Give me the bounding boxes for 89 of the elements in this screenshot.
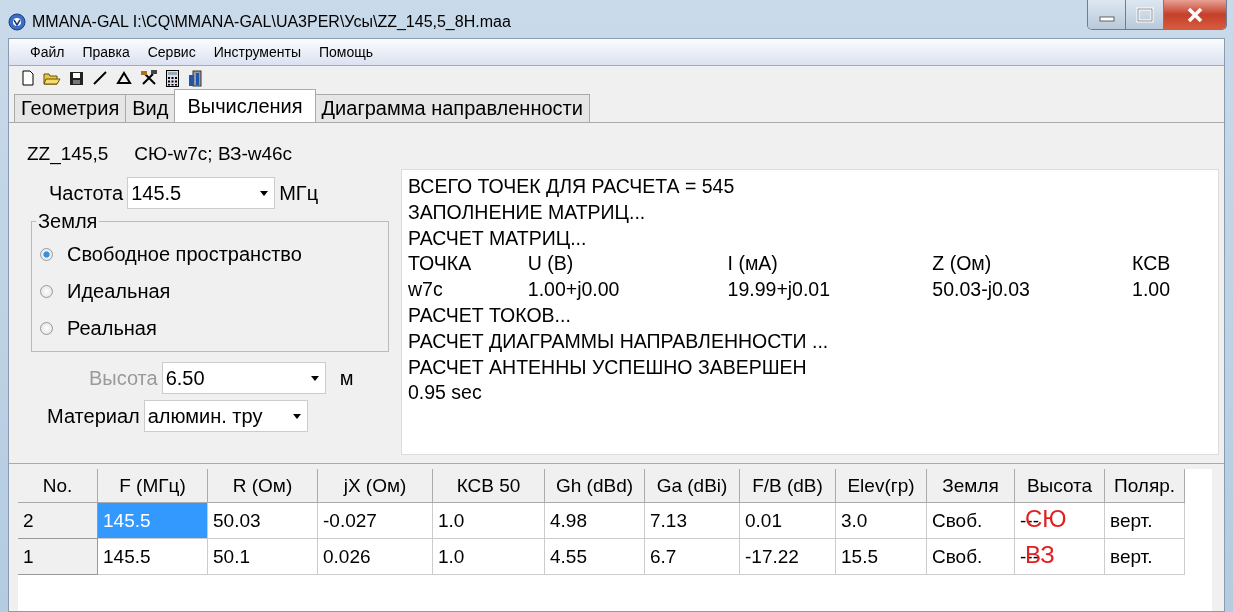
- table-cell: 50.03: [208, 503, 318, 539]
- exit-door-icon[interactable]: [187, 69, 203, 87]
- column-header[interactable]: jX (Ом): [318, 469, 433, 503]
- log-line: РАСЧЕТ ТОКОВ...: [408, 303, 572, 328]
- log-cell-text: ТОЧКА: [408, 251, 473, 277]
- column-header[interactable]: Земля: [927, 469, 1015, 503]
- log-line: РАСЧЕТ АНТЕННЫ УСПЕШНО ЗАВЕРШЕН: [408, 354, 808, 380]
- log-line: 0.95 sec: [408, 380, 483, 406]
- table-cell: 4.98: [545, 503, 645, 539]
- log-line: РАСЧЕТ МАТРИЦ...: [408, 225, 588, 251]
- log-cell-text: w7c: [408, 277, 444, 303]
- close-button[interactable]: [1164, 0, 1226, 29]
- table-cell: Своб.: [927, 503, 1015, 539]
- tab[interactable]: Диаграмма направленности: [314, 94, 590, 122]
- radio-option[interactable]: Идеальная: [40, 273, 388, 310]
- table-cell: 145.5: [98, 539, 208, 575]
- radio-option[interactable]: Реальная: [40, 310, 388, 347]
- table-cell: Своб.: [927, 539, 1015, 575]
- line-icon[interactable]: [92, 70, 108, 86]
- column-header[interactable]: Gh (dBd): [545, 469, 645, 503]
- table-cell: 145.5: [98, 503, 208, 539]
- dropdown-arrow-icon: [310, 375, 319, 381]
- table-cell: 2: [18, 503, 98, 539]
- tab[interactable]: Геометрия: [14, 94, 127, 122]
- table-cell: 1: [18, 539, 98, 575]
- menu-item[interactable]: Правка: [73, 44, 139, 60]
- column-header[interactable]: F (МГц): [98, 469, 208, 503]
- tab[interactable]: Вычисления: [174, 89, 316, 122]
- table-cell: 15.5: [836, 539, 927, 575]
- menu-item[interactable]: Сервис: [138, 44, 205, 60]
- frequency-label: Частота: [49, 181, 124, 205]
- column-header[interactable]: Высота: [1015, 469, 1105, 503]
- column-header[interactable]: Поляр.: [1105, 469, 1185, 503]
- minimize-icon: [1098, 15, 1115, 22]
- log-cell-text: 50.03-j0.03: [932, 277, 1031, 303]
- table-cell: верт.: [1105, 539, 1185, 575]
- log-cell-text: 1.00+j0.00: [527, 277, 621, 303]
- log-cell-text: I (мА): [727, 251, 779, 277]
- table-cell: 50.1: [208, 539, 318, 575]
- table-cell: 1.0: [433, 539, 545, 575]
- save-icon[interactable]: [69, 70, 84, 86]
- log-cell-text: 19.99+j0.01: [727, 277, 832, 303]
- height-unit: м: [339, 366, 354, 390]
- column-header[interactable]: No.: [18, 469, 98, 503]
- triangle-icon[interactable]: [116, 71, 132, 85]
- menu-item[interactable]: Помощь: [309, 44, 383, 60]
- log-cell-text: Z (Ом): [932, 251, 993, 277]
- table-cell: 1.0: [433, 503, 545, 539]
- log-line: РАСЧЕТ ДИАГРАММЫ НАПРАВЛЕННОСТИ ...: [408, 328, 830, 354]
- minimize-button[interactable]: [1088, 0, 1126, 29]
- frequency-dropdown[interactable]: 145.5: [127, 177, 276, 209]
- material-dropdown[interactable]: алюмин. тру: [143, 400, 308, 432]
- app-logo-icon: [8, 13, 26, 31]
- height-label: Высота: [89, 366, 158, 390]
- column-header[interactable]: Ga (dBi): [645, 469, 740, 503]
- radio-option[interactable]: Свободное пространство: [40, 236, 388, 273]
- column-header[interactable]: F/B (dB): [740, 469, 836, 503]
- table-cell: 4.55: [545, 539, 645, 575]
- table-cell: -17.22: [740, 539, 836, 575]
- table-cell: верт.: [1105, 503, 1185, 539]
- new-file-icon[interactable]: [21, 70, 35, 86]
- frequency-unit: МГц: [279, 181, 319, 205]
- window-title: MMANA-GAL I:\CQ\MMANA-GAL\UA3PER\Усы\ZZ_145,5_8H.maa: [32, 13, 511, 31]
- tab[interactable]: Вид: [125, 94, 176, 122]
- open-folder-icon[interactable]: [43, 71, 61, 85]
- menu-item[interactable]: Файл: [21, 44, 74, 60]
- dropdown-arrow-icon: [260, 190, 269, 196]
- column-header[interactable]: R (Ом): [208, 469, 318, 503]
- table-cell: 6.7: [645, 539, 740, 575]
- table-cell: 3.0: [836, 503, 927, 539]
- table-cell: -0.027: [318, 503, 433, 539]
- antenna-name: ZZ_145,5: [27, 143, 109, 165]
- column-header[interactable]: КСВ 50: [433, 469, 545, 503]
- table-cell: 7.13: [645, 503, 740, 539]
- table-cell: 0.01: [740, 503, 836, 539]
- log-cell-text: КСВ: [1132, 251, 1172, 277]
- log-line: ВСЕГО ТОЧЕК ДЛЯ РАСЧЕТА = 545: [408, 174, 736, 199]
- log-line: ЗАПОЛНЕНИЕ МАТРИЦ...: [408, 199, 647, 225]
- column-header[interactable]: Elev(гр): [836, 469, 927, 503]
- material-label: Материал: [47, 404, 140, 428]
- tools-icon[interactable]: [140, 69, 158, 87]
- menu-item[interactable]: Инструменты: [204, 44, 310, 60]
- maximize-button[interactable]: [1126, 0, 1164, 29]
- table-cell: 0.026: [318, 539, 433, 575]
- log-cell-text: U (В): [527, 251, 575, 277]
- antenna-comment: СЮ-w7c; ВЗ-w46c: [134, 143, 293, 165]
- log-cell-text: 1.00: [1132, 277, 1172, 303]
- calculator-icon[interactable]: [166, 69, 179, 87]
- dropdown-arrow-icon: [292, 413, 301, 419]
